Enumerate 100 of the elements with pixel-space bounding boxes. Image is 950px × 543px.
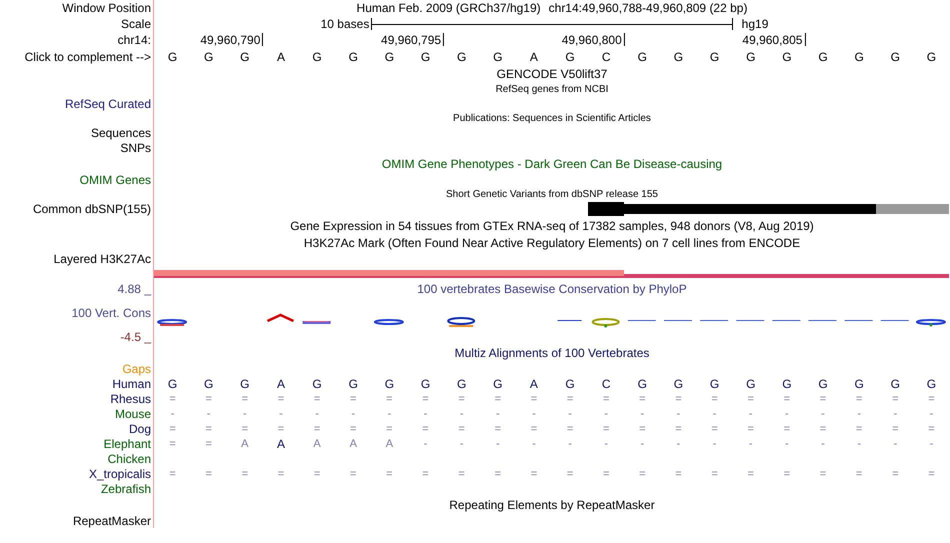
alignment-base: G [926, 376, 936, 390]
track-label[interactable]: Click to complement --> [24, 50, 151, 64]
base-letter: C [602, 50, 611, 64]
alignment-base: = [278, 468, 284, 480]
alignment-base: = [711, 392, 718, 404]
track-label[interactable]: Human [112, 376, 151, 390]
alignment-base: - [712, 408, 716, 420]
alignment-base: - [388, 408, 392, 420]
alignment-base: - [712, 438, 716, 450]
track-title: Multiz Alignments of 100 Vertebrates [454, 346, 650, 360]
coordinate-label: 49,960,800 [562, 33, 622, 47]
track-label[interactable]: Dog [128, 422, 151, 436]
alignment-base: - [785, 408, 789, 420]
alignment-base: A [313, 438, 321, 450]
alignment-base: - [496, 438, 500, 450]
alignment-base: G [456, 376, 466, 390]
coordinate-label: 49,960,790 [200, 33, 260, 47]
alignment-base: = [386, 392, 393, 404]
track-label[interactable]: Rhesus [110, 392, 151, 406]
alignment-base: = [205, 438, 212, 450]
alignment-base: = [458, 422, 465, 434]
alignment-base: = [422, 422, 429, 434]
alignment-base: = [350, 392, 356, 404]
track-label[interactable]: Mouse [114, 406, 151, 420]
alignment-base: - [532, 408, 536, 420]
track-label[interactable]: Layered H3K27Ac [54, 252, 151, 266]
track-label[interactable]: Common dbSNP(155) [32, 202, 151, 216]
alignment-base: = [856, 468, 862, 480]
alignment-base: = [639, 468, 646, 480]
alignment-base: A [241, 438, 248, 450]
track-label[interactable]: -4.5 _ [120, 330, 151, 344]
alignment-base: - [206, 408, 211, 420]
alignment-base: - [893, 408, 898, 420]
alignment-base: = [820, 392, 826, 404]
alignment-base: G [312, 376, 322, 390]
alignment-base: - [748, 438, 753, 450]
alignment-base: = [928, 468, 935, 480]
base-letter: G [818, 50, 828, 64]
track-label[interactable]: Zebrafish [100, 482, 151, 496]
alignment-base: = [169, 422, 176, 434]
alignment-base: = [422, 468, 429, 480]
base-letter: G [204, 50, 214, 64]
track-label[interactable]: X_tropicalis [88, 466, 151, 480]
track-label[interactable]: RepeatMasker [72, 514, 151, 528]
alignment-base: - [640, 408, 644, 420]
base-letter: G [746, 50, 756, 64]
alignment-base: = [169, 392, 176, 404]
track-label[interactable]: 4.88 _ [118, 282, 151, 296]
alignment-base: G [674, 376, 684, 390]
base-letter: G [312, 50, 322, 64]
alignment-base: = [748, 468, 754, 480]
alignment-base: G [854, 376, 864, 390]
track-label[interactable]: Sequences [90, 126, 151, 140]
alignment-base: = [205, 422, 212, 434]
track-title: Publications: Sequences in Scientific Articles [453, 112, 651, 124]
alignment-base: = [530, 392, 538, 404]
alignment-base: - [857, 408, 861, 420]
track-title: RefSeq genes from NCBI [496, 84, 608, 94]
base-letter: G [240, 50, 250, 64]
track-label[interactable]: Chicken [108, 452, 151, 466]
alignment-base: G [420, 376, 430, 390]
base-letter: G [493, 50, 502, 64]
alignment-base: = [530, 468, 538, 480]
alignment-base: = [494, 468, 501, 480]
alignment-base: - [604, 408, 608, 420]
track-label[interactable]: Elephant [104, 436, 151, 450]
alignment-base: = [494, 422, 501, 434]
alignment-base: - [315, 408, 319, 420]
alignment-base: = [242, 392, 248, 404]
track-label[interactable]: SNPs [120, 140, 151, 154]
alignment-base: = [205, 392, 212, 404]
coordinate-label: 49,960,795 [381, 33, 442, 47]
alignment-base: = [314, 392, 320, 404]
alignment-base: = [566, 392, 574, 404]
alignment-base: - [676, 438, 680, 450]
alignment-base: = [422, 392, 429, 404]
alignment-base: G [565, 376, 575, 390]
alignment-base: = [602, 468, 610, 480]
ruler-tick [262, 33, 264, 46]
track-label[interactable]: 100 Vert. Cons [72, 306, 151, 320]
alignment-base: = [494, 392, 501, 404]
alignment-base: = [675, 392, 682, 404]
alignment-base: = [350, 422, 356, 434]
alignment-base: - [351, 408, 356, 420]
alignment-base: = [566, 468, 574, 480]
alignment-base: = [784, 422, 790, 434]
base-letter: G [384, 50, 394, 64]
alignment-base: A [276, 376, 285, 390]
track-label[interactable]: RefSeq Curated [64, 96, 151, 110]
alignment-base: = [530, 422, 538, 434]
alignment-base: - [568, 408, 572, 420]
alignment-base: - [460, 408, 464, 420]
alignment-base: A [350, 438, 357, 450]
alignment-base: G [890, 376, 900, 390]
alignment-base: - [532, 438, 536, 450]
track-title: Gene Expression in 54 tissues from GTEx RNA-seq of 17382 samples, 948 donors (V8, Aug 2019) [290, 218, 814, 232]
alignment-base: G [240, 376, 250, 390]
alignment-base: - [604, 438, 608, 450]
track-label[interactable]: OMIM Genes [80, 172, 151, 186]
alignment-base: = [892, 422, 898, 434]
